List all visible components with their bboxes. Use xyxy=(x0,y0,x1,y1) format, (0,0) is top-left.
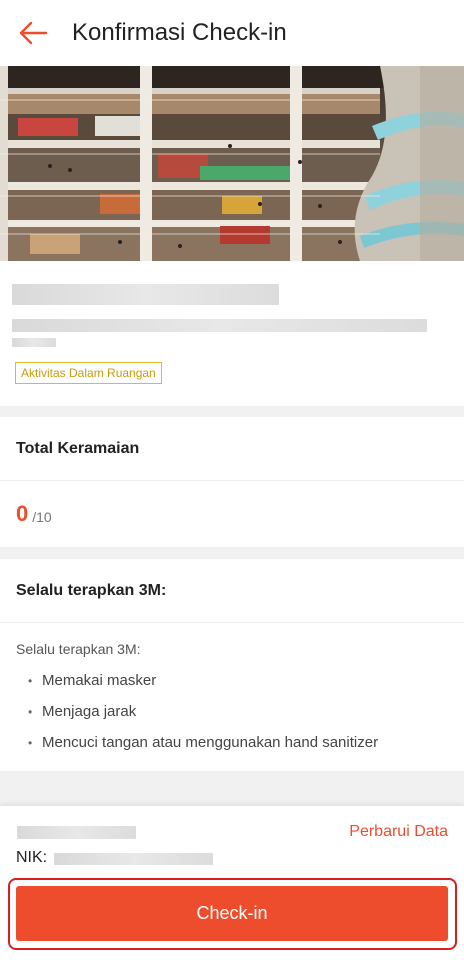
redacted-location-name xyxy=(12,284,279,305)
crowd-count: 0 /10 xyxy=(0,481,464,547)
location-info xyxy=(0,261,464,406)
update-data-link[interactable]: Perbarui Data xyxy=(349,823,448,841)
rules-title: Selalu terapkan 3M: xyxy=(0,559,464,623)
crowd-card: Total Keramaian 0 /10 xyxy=(0,417,464,547)
checkin-button[interactable]: Check-in xyxy=(16,886,448,941)
rules-list: • Memakai masker • Menjaga jarak • Mencuci … xyxy=(16,665,448,758)
rules-card: Selalu terapkan 3M: Selalu terapkan 3M: … xyxy=(0,559,464,771)
list-item: • Mencuci tangan atau menggunakan hand sa… xyxy=(28,734,379,751)
app-header: Konfirmasi Check-in xyxy=(0,0,464,66)
list-item: • Menjaga jarak xyxy=(28,703,137,720)
activity-tag: Aktivitas Dalam Ruangan xyxy=(15,362,162,384)
rules-intro: Selalu terapkan 3M: xyxy=(16,641,141,657)
redacted-nik-value xyxy=(54,853,213,865)
crowd-current: 0 xyxy=(16,501,29,526)
redacted-address-line xyxy=(12,319,427,332)
location-photo xyxy=(0,66,464,261)
arrow-left-icon xyxy=(19,21,48,45)
redacted-user-name xyxy=(17,826,136,839)
page-title: Konfirmasi Check-in xyxy=(72,19,287,46)
crowd-title: Total Keramaian xyxy=(0,417,464,481)
checkin-panel: Perbarui Data NIK: Check-in xyxy=(0,806,464,960)
back-button[interactable] xyxy=(0,0,66,66)
redacted-address-line xyxy=(12,338,56,347)
list-item: • Memakai masker xyxy=(28,672,157,689)
nik-label: NIK: xyxy=(16,849,48,866)
crowd-max: /10 xyxy=(32,509,52,525)
